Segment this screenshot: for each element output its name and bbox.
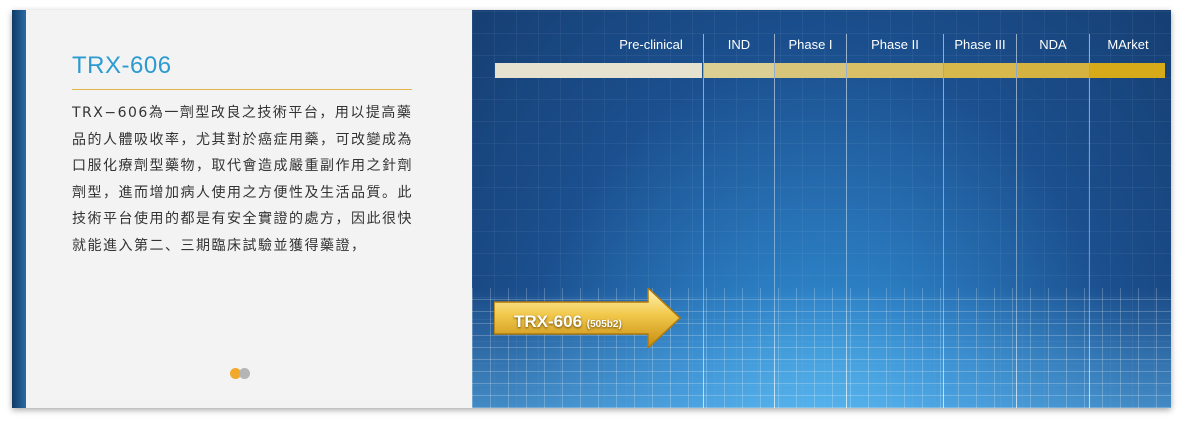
phase-separator <box>846 34 847 408</box>
drug-label: TRX-606 (505b2) <box>514 312 622 332</box>
text-panel: TRX-606 TRX−606為一劑型改良之技術平台，用以提高藥品的人體吸收率，… <box>26 10 472 408</box>
title-divider <box>72 89 412 90</box>
product-slide: TRX-606 TRX−606為一劑型改良之技術平台，用以提高藥品的人體吸收率，… <box>12 10 1171 408</box>
phase-label-preclinical: Pre-clinical <box>619 37 683 52</box>
phase-label-phase-2: Phase II <box>871 37 919 52</box>
phase-bar-phase-2 <box>847 63 943 78</box>
phase-label-ind: IND <box>727 37 751 52</box>
phase-separator <box>943 34 944 408</box>
phase-bar-nda <box>1017 63 1089 78</box>
pipeline-chart: Pre-clinical IND Phase I Phase II Phase … <box>472 10 1171 408</box>
phase-bar-phase-3 <box>944 63 1016 78</box>
phase-bar-market <box>1090 63 1165 78</box>
phase-label-market: MArket <box>1107 37 1149 52</box>
product-title: TRX-606 <box>72 52 172 79</box>
phase-bar-ind <box>704 63 774 78</box>
drug-code: (505b2) <box>586 319 622 330</box>
phase-separator <box>774 34 775 408</box>
drug-name: TRX-606 <box>514 312 583 331</box>
product-description: TRX−606為一劑型改良之技術平台，用以提高藥品的人體吸收率，尤其對於癌症用藥… <box>72 105 413 254</box>
phase-bar-preclinical <box>495 63 702 78</box>
slide-left-edge <box>12 10 26 408</box>
phase-label-nda: NDA <box>1039 37 1067 52</box>
carousel-dot-2[interactable] <box>239 368 250 379</box>
phase-label-phase-3: Phase III <box>954 37 1006 52</box>
phase-label-phase-1: Phase I <box>788 37 833 52</box>
phase-separator <box>703 34 704 408</box>
phase-separator <box>1089 34 1090 408</box>
phase-separator <box>1016 34 1017 408</box>
carousel-dots <box>230 368 250 379</box>
phase-bar-phase-1 <box>775 63 846 78</box>
phase-header: Pre-clinical IND Phase I Phase II Phase … <box>472 37 1171 59</box>
